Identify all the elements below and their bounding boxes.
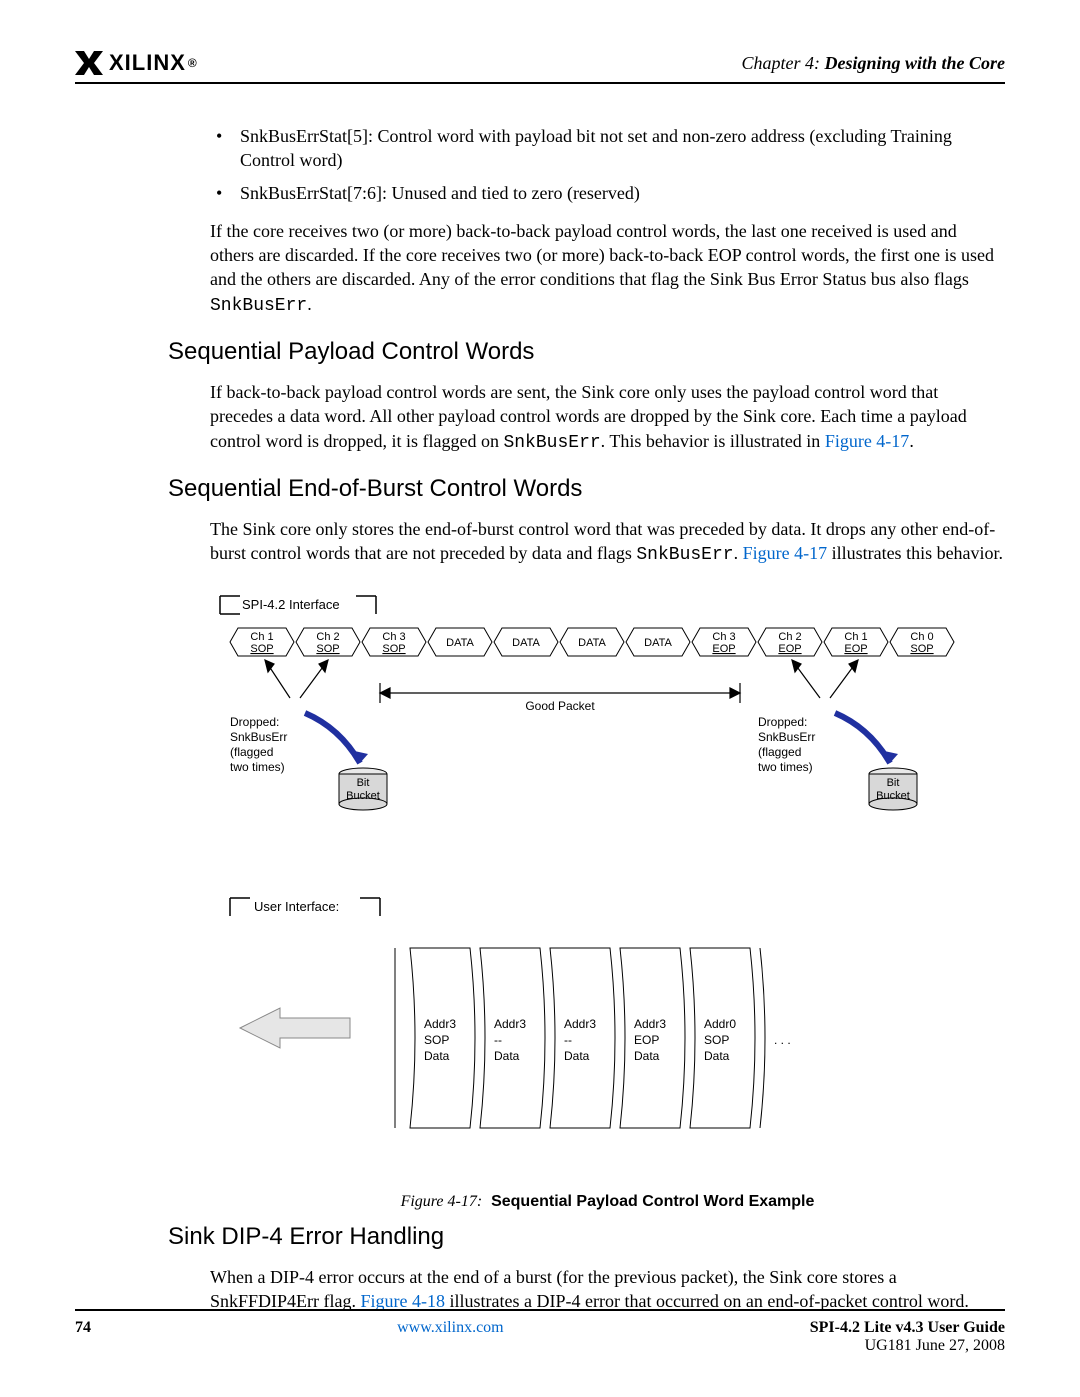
figure-number: Figure 4-17: [401,1193,483,1210]
paragraph: If the core receives two (or more) back-… [210,219,1005,318]
svg-text:SOP: SOP [424,1033,449,1047]
svg-text:SOP: SOP [382,643,405,655]
paragraph: If back-to-back payload control words ar… [210,380,1005,455]
user-interface-label: User Interface: [254,899,339,914]
figure-link[interactable]: Figure 4-18 [361,1291,446,1311]
svg-text:(flagged: (flagged [230,745,273,759]
chapter-label: Chapter 4: Designing with the Core [741,53,1005,74]
code-text: SnkBusErr [503,433,600,453]
svg-text:--: -- [494,1033,502,1047]
svg-text:Ch 0: Ch 0 [910,631,933,643]
timing-row: Ch 1SOP Ch 2SOP Ch 3SOP DATA DATA DATA D… [230,628,954,656]
list-item: SnkBusErrStat[5]: Control word with payl… [210,124,1005,173]
footer-link[interactable]: www.xilinx.com [397,1319,504,1336]
svg-text:Bit: Bit [887,777,900,789]
svg-text:Data: Data [634,1049,660,1063]
svg-text:Ch 1: Ch 1 [844,631,867,643]
svg-text:. . .: . . . [774,1033,791,1047]
svg-text:SOP: SOP [250,643,273,655]
svg-text:Ch 3: Ch 3 [712,631,735,643]
svg-text:EOP: EOP [844,643,867,655]
svg-text:Data: Data [494,1049,520,1063]
svg-text:--: -- [564,1033,572,1047]
svg-text:two times): two times) [230,760,285,774]
svg-text:SOP: SOP [316,643,339,655]
svg-text:Addr3: Addr3 [564,1017,596,1031]
svg-text:Bit: Bit [357,777,370,789]
good-packet-label: Good Packet [525,699,595,713]
svg-text:Bucket: Bucket [346,790,380,802]
svg-text:EOP: EOP [712,643,735,655]
chapter-prefix: Chapter 4: [741,53,820,73]
footer-url: www.xilinx.com [397,1319,504,1355]
footer-doc: SPI-4.2 Lite v4.3 User Guide UG181 June … [810,1319,1005,1355]
heading-seq-eob: Sequential End-of-Burst Control Words [168,475,1005,503]
doc-id: UG181 June 27, 2008 [810,1337,1005,1355]
svg-text:Dropped:: Dropped: [758,715,807,729]
svg-text:(flagged: (flagged [758,745,801,759]
svg-text:DATA: DATA [644,637,672,649]
svg-text:Data: Data [424,1049,450,1063]
chapter-title: Designing with the Core [824,53,1005,73]
svg-text:SOP: SOP [910,643,933,655]
logo-icon [75,51,103,75]
svg-text:SnkBusErr: SnkBusErr [230,730,287,744]
page: XILINX ® Chapter 4: Designing with the C… [0,0,1080,1397]
spi-label: SPI-4.2 Interface [242,597,340,612]
figure-title: Sequential Payload Control Word Example [491,1193,814,1210]
figure-4-17: SPI-4.2 Interface Ch 1SOP Ch 2SOP Ch 3SO… [210,588,1005,1211]
svg-text:SOP: SOP [704,1033,729,1047]
svg-text:Ch 3: Ch 3 [382,631,405,643]
svg-text:two times): two times) [758,760,813,774]
svg-text:EOP: EOP [778,643,801,655]
figure-caption: Figure 4-17: Sequential Payload Control … [210,1193,1005,1211]
svg-text:Bucket: Bucket [876,790,910,802]
paragraph: When a DIP-4 error occurs at the end of … [210,1265,1005,1314]
svg-text:Addr3: Addr3 [494,1017,526,1031]
heading-dip4: Sink DIP-4 Error Handling [168,1223,1005,1251]
logo-reg: ® [188,56,198,70]
page-footer: 74 www.xilinx.com SPI-4.2 Lite v4.3 User… [75,1309,1005,1355]
code-text: SnkBusErr [210,296,307,316]
svg-text:Dropped:: Dropped: [230,715,279,729]
figure-link[interactable]: Figure 4-17 [743,543,828,563]
svg-text:Addr3: Addr3 [634,1017,666,1031]
xilinx-logo: XILINX ® [75,50,198,76]
svg-text:Data: Data [704,1049,730,1063]
svg-text:EOP: EOP [634,1033,659,1047]
logo-text: XILINX [109,50,186,76]
heading-seq-payload: Sequential Payload Control Words [168,338,1005,366]
svg-text:SnkBusErr: SnkBusErr [758,730,815,744]
svg-text:Addr3: Addr3 [424,1017,456,1031]
figure-link[interactable]: Figure 4-17 [825,431,910,451]
guide-title: SPI-4.2 Lite v4.3 User Guide [810,1319,1005,1337]
svg-text:Data: Data [564,1049,590,1063]
svg-text:DATA: DATA [578,637,606,649]
bullet-list: SnkBusErrStat[5]: Control word with payl… [210,124,1005,205]
svg-text:DATA: DATA [446,637,474,649]
page-header: XILINX ® Chapter 4: Designing with the C… [75,50,1005,84]
list-item: SnkBusErrStat[7:6]: Unused and tied to z… [210,181,1005,205]
svg-text:Addr0: Addr0 [704,1017,736,1031]
paragraph: The Sink core only stores the end-of-bur… [210,517,1005,568]
code-text: SnkBusErr [636,545,733,565]
svg-text:DATA: DATA [512,637,540,649]
page-number: 74 [75,1319,91,1355]
svg-text:Ch 1: Ch 1 [250,631,273,643]
svg-text:Ch 2: Ch 2 [778,631,801,643]
svg-text:Ch 2: Ch 2 [316,631,339,643]
diagram-svg: SPI-4.2 Interface Ch 1SOP Ch 2SOP Ch 3SO… [210,588,990,1178]
page-body: SnkBusErrStat[5]: Control word with payl… [75,124,1005,1313]
